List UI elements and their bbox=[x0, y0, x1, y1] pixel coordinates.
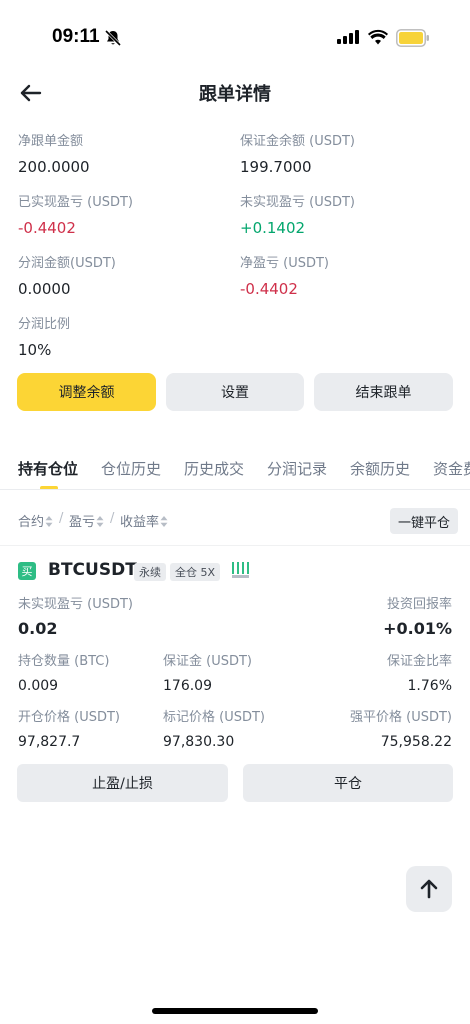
tab-trade-history[interactable]: 历史成交 bbox=[184, 458, 244, 479]
pos-label: 开仓价格 (USDT) bbox=[18, 710, 120, 725]
arrow-up-icon bbox=[420, 879, 438, 899]
info-label: 分润比例 bbox=[18, 317, 71, 332]
pos-label: 标记价格 (USDT) bbox=[163, 710, 265, 725]
filter-bar: 合约 / 盈亏 / 收益率 一键平仓 bbox=[18, 508, 458, 534]
unrealized-pnl: 未实现盈亏 (USDT) +0.1402 bbox=[240, 193, 460, 241]
tab-balance-history[interactable]: 余额历史 bbox=[350, 458, 410, 479]
filter-contract[interactable]: 合约 bbox=[18, 511, 53, 530]
info-value: 10% bbox=[18, 341, 52, 359]
info-value: 0.0000 bbox=[18, 280, 71, 298]
sort-icon bbox=[160, 516, 168, 527]
pos-label: 强平价格 (USDT) bbox=[350, 710, 452, 725]
tab-open-positions[interactable]: 持有仓位 bbox=[18, 458, 78, 479]
info-label: 分润金额(USDT) bbox=[18, 256, 116, 271]
info-label: 保证金余额 (USDT) bbox=[240, 134, 355, 149]
pos-label: 持仓数量 (BTC) bbox=[18, 654, 110, 669]
margin-balance: 保证金余额 (USDT) 199.7000 bbox=[240, 132, 460, 180]
entry-price-cell: 开仓价格 (USDT) 97,827.7 bbox=[18, 709, 120, 753]
bars-icon[interactable] bbox=[232, 562, 250, 578]
pos-value: 75,958.22 bbox=[380, 734, 452, 750]
info-label: 净跟单金额 bbox=[18, 134, 84, 149]
position-symbol[interactable]: BTCUSDT bbox=[48, 560, 137, 580]
pos-label: 未实现盈亏 (USDT) bbox=[18, 597, 133, 612]
pos-value: +0.01% bbox=[383, 619, 452, 638]
pos-label: 保证金 (USDT) bbox=[163, 654, 252, 669]
info-value: 199.7000 bbox=[240, 158, 312, 176]
pos-value: 0.02 bbox=[18, 619, 58, 638]
wifi-icon bbox=[368, 29, 388, 45]
info-value: 200.0000 bbox=[18, 158, 90, 176]
info-label: 净盈亏 (USDT) bbox=[240, 256, 329, 271]
page-title: 跟单详情 bbox=[199, 84, 271, 105]
info-value: -0.4402 bbox=[240, 280, 298, 298]
sort-icon bbox=[45, 516, 53, 527]
battery-icon bbox=[396, 29, 429, 47]
net-pnl: 净盈亏 (USDT) -0.4402 bbox=[240, 254, 460, 302]
close-all-button[interactable]: 一键平仓 bbox=[389, 508, 458, 534]
mark-price-cell: 标记价格 (USDT) 97,830.30 bbox=[163, 709, 265, 753]
liquidation-price-cell: 强平价格 (USDT) 75,958.22 bbox=[350, 709, 452, 753]
filter-pnl-label: 盈亏 bbox=[69, 515, 96, 530]
margin-cell: 保证金 (USDT) 176.09 bbox=[163, 653, 252, 697]
filter-contract-label: 合约 bbox=[18, 515, 45, 530]
tab-funding-fee[interactable]: 资金费 bbox=[433, 458, 470, 479]
net-copy-amount: 净跟单金额 200.0000 bbox=[18, 132, 238, 180]
unrealized-pnl-cell: 未实现盈亏 (USDT) 0.02 bbox=[18, 596, 133, 640]
realized-pnl: 已实现盈亏 (USDT) -0.4402 bbox=[18, 193, 238, 241]
close-position-button[interactable]: 平仓 bbox=[243, 764, 453, 802]
tab-position-history[interactable]: 仓位历史 bbox=[101, 458, 161, 479]
filter-roi[interactable]: 收益率 bbox=[120, 511, 168, 530]
position-size-cell: 持仓数量 (BTC) 0.009 bbox=[18, 653, 109, 697]
pos-value: 97,830.30 bbox=[163, 734, 235, 750]
pos-label: 投资回报率 bbox=[386, 597, 452, 612]
signal-icon bbox=[337, 30, 359, 44]
settings-button[interactable]: 设置 bbox=[166, 373, 304, 411]
bell-off-icon bbox=[104, 29, 122, 47]
pos-value: 97,827.7 bbox=[18, 734, 81, 750]
margin-ratio-cell: 保证金比率 1.76% bbox=[387, 653, 452, 697]
status-time: 09:11 bbox=[52, 26, 100, 47]
filter-separator: / bbox=[110, 511, 115, 526]
filter-roi-label: 收益率 bbox=[120, 515, 160, 530]
tab-profit-share-records[interactable]: 分润记录 bbox=[267, 458, 327, 479]
pos-value: 1.76% bbox=[407, 678, 452, 694]
tp-sl-button[interactable]: 止盈/止损 bbox=[17, 764, 228, 802]
status-bar: 09:11 bbox=[0, 0, 470, 78]
margin-mode-tag: 全仓 5X bbox=[170, 563, 221, 581]
profit-share-amount: 分润金额(USDT) 0.0000 bbox=[18, 254, 238, 302]
filter-pnl[interactable]: 盈亏 bbox=[69, 511, 104, 530]
adjust-balance-button[interactable]: 调整余额 bbox=[17, 373, 156, 411]
info-value: +0.1402 bbox=[240, 219, 306, 237]
scroll-to-top-button[interactable] bbox=[406, 866, 452, 912]
profit-share-ratio: 分润比例 10% bbox=[18, 315, 238, 363]
roi-cell: 投资回报率 +0.01% bbox=[383, 596, 452, 640]
buy-badge: 买 bbox=[18, 562, 36, 580]
info-label: 已实现盈亏 (USDT) bbox=[18, 195, 133, 210]
pos-value: 0.009 bbox=[18, 678, 59, 694]
active-tab-indicator bbox=[40, 486, 58, 489]
sort-icon bbox=[96, 516, 104, 527]
pos-value: 176.09 bbox=[163, 678, 212, 694]
contract-type-tag: 永续 bbox=[134, 563, 166, 581]
divider bbox=[0, 545, 470, 546]
tab-bar: 持有仓位 仓位历史 历史成交 分润记录 余额历史 资金费 bbox=[0, 446, 470, 490]
info-label: 未实现盈亏 (USDT) bbox=[240, 195, 355, 210]
page-header: 跟单详情 bbox=[0, 78, 470, 108]
filter-separator: / bbox=[59, 511, 64, 526]
home-indicator bbox=[152, 1008, 318, 1014]
position-header: 买 BTCUSDT 永续 全仓 5X bbox=[18, 558, 458, 584]
end-copy-button[interactable]: 结束跟单 bbox=[314, 373, 453, 411]
pos-label: 保证金比率 bbox=[386, 654, 452, 669]
info-value: -0.4402 bbox=[18, 219, 76, 237]
